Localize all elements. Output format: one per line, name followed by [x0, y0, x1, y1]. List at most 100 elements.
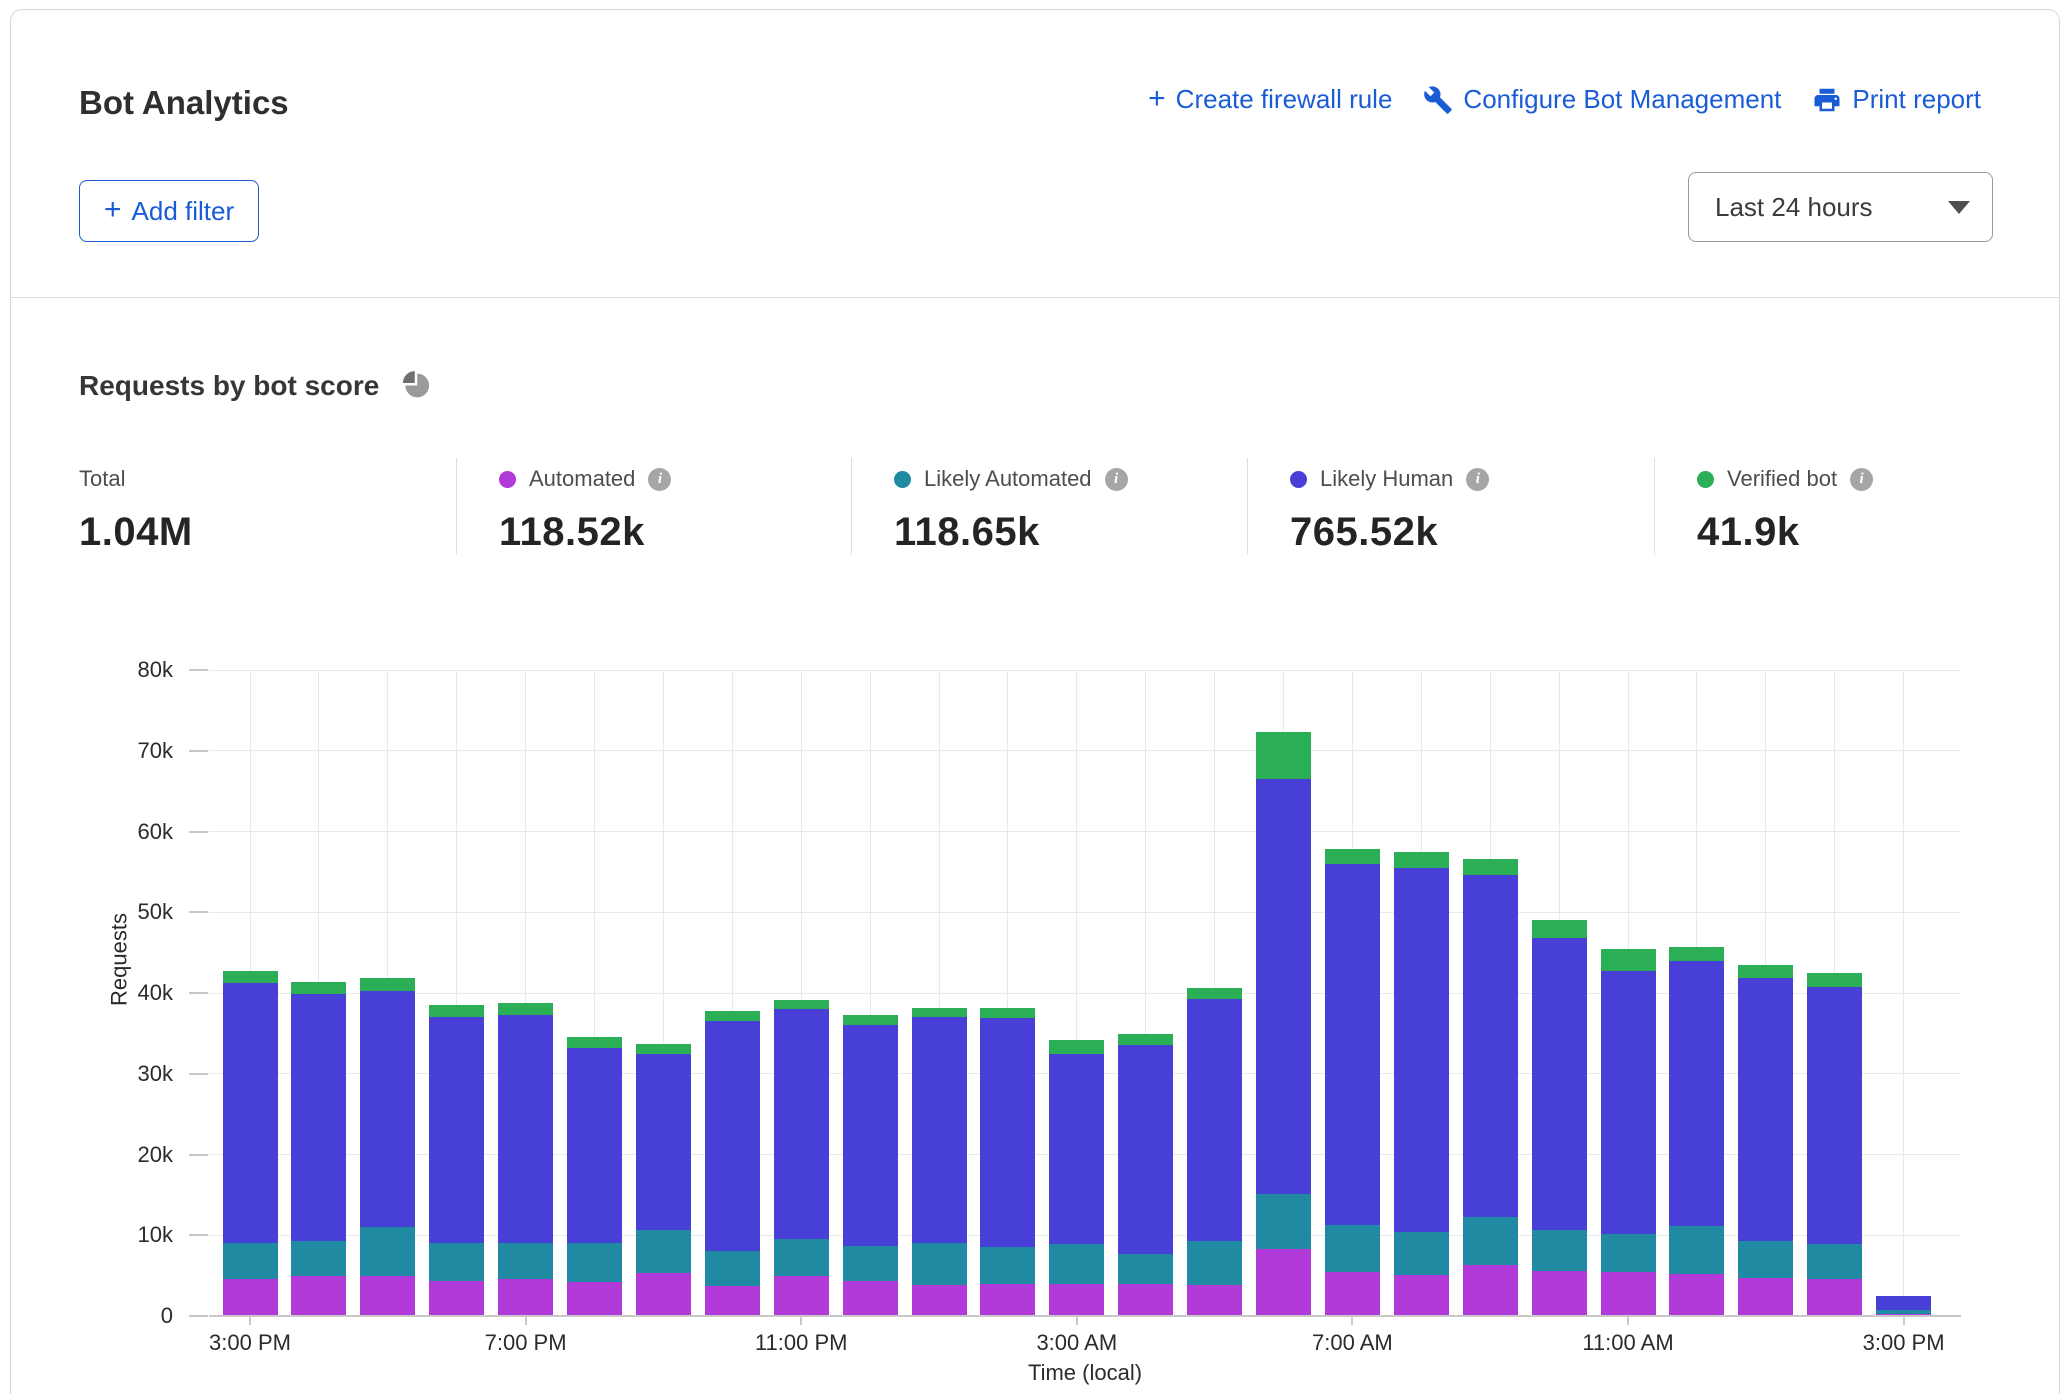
info-icon[interactable]: i	[1105, 468, 1128, 491]
bar-segment-verified_bot[interactable]	[1601, 949, 1656, 971]
bar-segment-verified_bot[interactable]	[1256, 732, 1311, 779]
stacked-bar[interactable]	[774, 1000, 829, 1316]
bar-segment-verified_bot[interactable]	[223, 971, 278, 983]
bar-segment-likely_human[interactable]	[1394, 868, 1449, 1232]
bar-segment-verified_bot[interactable]	[774, 1000, 829, 1010]
add-filter-button[interactable]: + Add filter	[79, 180, 259, 242]
bar-segment-likely_human[interactable]	[1118, 1045, 1173, 1254]
bar-segment-automated[interactable]	[1049, 1284, 1104, 1316]
stacked-bar[interactable]	[1738, 965, 1793, 1316]
stacked-bar[interactable]	[567, 1037, 622, 1316]
bar-segment-likely_human[interactable]	[1669, 961, 1724, 1227]
bar-segment-likely_automated[interactable]	[1463, 1217, 1518, 1265]
bar-segment-likely_human[interactable]	[774, 1009, 829, 1239]
bar-segment-likely_automated[interactable]	[774, 1239, 829, 1276]
bar-segment-likely_human[interactable]	[912, 1017, 967, 1242]
configure-bot-management-link[interactable]: Configure Bot Management	[1423, 84, 1781, 115]
bar-segment-likely_automated[interactable]	[1738, 1241, 1793, 1278]
bar-segment-automated[interactable]	[1463, 1265, 1518, 1316]
bar-segment-likely_human[interactable]	[843, 1025, 898, 1245]
bar-segment-verified_bot[interactable]	[1049, 1040, 1104, 1055]
bar-segment-verified_bot[interactable]	[1463, 859, 1518, 875]
bar-segment-verified_bot[interactable]	[567, 1037, 622, 1047]
bar-segment-likely_automated[interactable]	[705, 1251, 760, 1286]
bar-segment-verified_bot[interactable]	[1669, 947, 1724, 961]
bar-segment-verified_bot[interactable]	[1187, 988, 1242, 999]
stacked-bar[interactable]	[980, 1008, 1035, 1316]
bar-segment-likely_human[interactable]	[1738, 978, 1793, 1241]
stacked-bar[interactable]	[1807, 973, 1862, 1316]
bar-segment-verified_bot[interactable]	[843, 1015, 898, 1025]
bar-segment-automated[interactable]	[1669, 1274, 1724, 1316]
bar-segment-likely_automated[interactable]	[843, 1246, 898, 1282]
stacked-bar[interactable]	[912, 1008, 967, 1316]
bar-segment-likely_automated[interactable]	[1669, 1226, 1724, 1273]
bar-segment-likely_automated[interactable]	[1532, 1230, 1587, 1271]
bar-segment-likely_automated[interactable]	[360, 1227, 415, 1276]
stacked-bar[interactable]	[1876, 1296, 1931, 1316]
bar-segment-automated[interactable]	[223, 1279, 278, 1316]
bar-segment-automated[interactable]	[980, 1284, 1035, 1316]
info-icon[interactable]: i	[1466, 468, 1489, 491]
bar-segment-automated[interactable]	[1738, 1278, 1793, 1316]
bar-segment-automated[interactable]	[498, 1279, 553, 1316]
bar-segment-likely_human[interactable]	[1532, 938, 1587, 1230]
bar-segment-likely_human[interactable]	[1807, 987, 1862, 1244]
stacked-bar[interactable]	[1394, 852, 1449, 1316]
bar-segment-likely_automated[interactable]	[1256, 1194, 1311, 1249]
bar-segment-automated[interactable]	[705, 1286, 760, 1316]
time-range-dropdown[interactable]: Last 24 hours	[1688, 172, 1993, 242]
bar-segment-likely_automated[interactable]	[223, 1243, 278, 1279]
bar-segment-automated[interactable]	[1394, 1275, 1449, 1316]
bar-segment-likely_automated[interactable]	[429, 1243, 484, 1280]
stacked-bar[interactable]	[498, 1003, 553, 1316]
bar-segment-automated[interactable]	[774, 1276, 829, 1316]
bar-segment-likely_human[interactable]	[1463, 875, 1518, 1217]
bar-segment-likely_automated[interactable]	[567, 1243, 622, 1281]
bar-segment-likely_human[interactable]	[567, 1048, 622, 1244]
bar-segment-likely_human[interactable]	[429, 1017, 484, 1243]
bar-segment-automated[interactable]	[567, 1282, 622, 1316]
bar-segment-automated[interactable]	[1118, 1284, 1173, 1316]
bar-segment-automated[interactable]	[1807, 1279, 1862, 1316]
stacked-bar[interactable]	[843, 1015, 898, 1316]
bar-segment-verified_bot[interactable]	[1532, 920, 1587, 938]
bar-segment-likely_automated[interactable]	[1187, 1241, 1242, 1285]
bar-segment-likely_automated[interactable]	[291, 1241, 346, 1276]
bar-segment-likely_automated[interactable]	[1325, 1225, 1380, 1272]
stacked-bar[interactable]	[705, 1011, 760, 1316]
bar-segment-automated[interactable]	[636, 1273, 691, 1316]
stacked-bar[interactable]	[1049, 1040, 1104, 1316]
info-icon[interactable]: i	[648, 468, 671, 491]
bar-segment-verified_bot[interactable]	[705, 1011, 760, 1021]
bar-segment-automated[interactable]	[912, 1285, 967, 1317]
bar-segment-likely_human[interactable]	[1325, 864, 1380, 1225]
stacked-bar[interactable]	[360, 978, 415, 1316]
print-report-link[interactable]: Print report	[1812, 84, 1981, 115]
bar-segment-likely_automated[interactable]	[912, 1243, 967, 1285]
bar-segment-verified_bot[interactable]	[1394, 852, 1449, 868]
stacked-bar[interactable]	[429, 1005, 484, 1316]
bar-segment-automated[interactable]	[291, 1276, 346, 1316]
bar-segment-verified_bot[interactable]	[980, 1008, 1035, 1018]
bar-segment-automated[interactable]	[1601, 1272, 1656, 1316]
bar-segment-likely_automated[interactable]	[636, 1230, 691, 1273]
bar-segment-likely_human[interactable]	[223, 983, 278, 1243]
bar-segment-likely_human[interactable]	[360, 991, 415, 1227]
bar-segment-likely_human[interactable]	[1601, 971, 1656, 1234]
bar-segment-likely_human[interactable]	[636, 1054, 691, 1230]
bar-segment-likely_human[interactable]	[498, 1015, 553, 1242]
bar-segment-likely_human[interactable]	[980, 1018, 1035, 1247]
bar-segment-likely_human[interactable]	[1876, 1296, 1931, 1310]
bar-segment-likely_human[interactable]	[1049, 1054, 1104, 1244]
bar-segment-likely_automated[interactable]	[1118, 1254, 1173, 1284]
bar-segment-likely_automated[interactable]	[1394, 1232, 1449, 1275]
stacked-bar[interactable]	[223, 971, 278, 1316]
stacked-bar[interactable]	[1325, 849, 1380, 1316]
bar-segment-verified_bot[interactable]	[1118, 1034, 1173, 1045]
bar-segment-verified_bot[interactable]	[636, 1044, 691, 1055]
bar-segment-automated[interactable]	[360, 1276, 415, 1316]
bar-segment-verified_bot[interactable]	[1738, 965, 1793, 978]
stacked-bar[interactable]	[1532, 920, 1587, 1316]
bar-segment-likely_human[interactable]	[1256, 779, 1311, 1194]
